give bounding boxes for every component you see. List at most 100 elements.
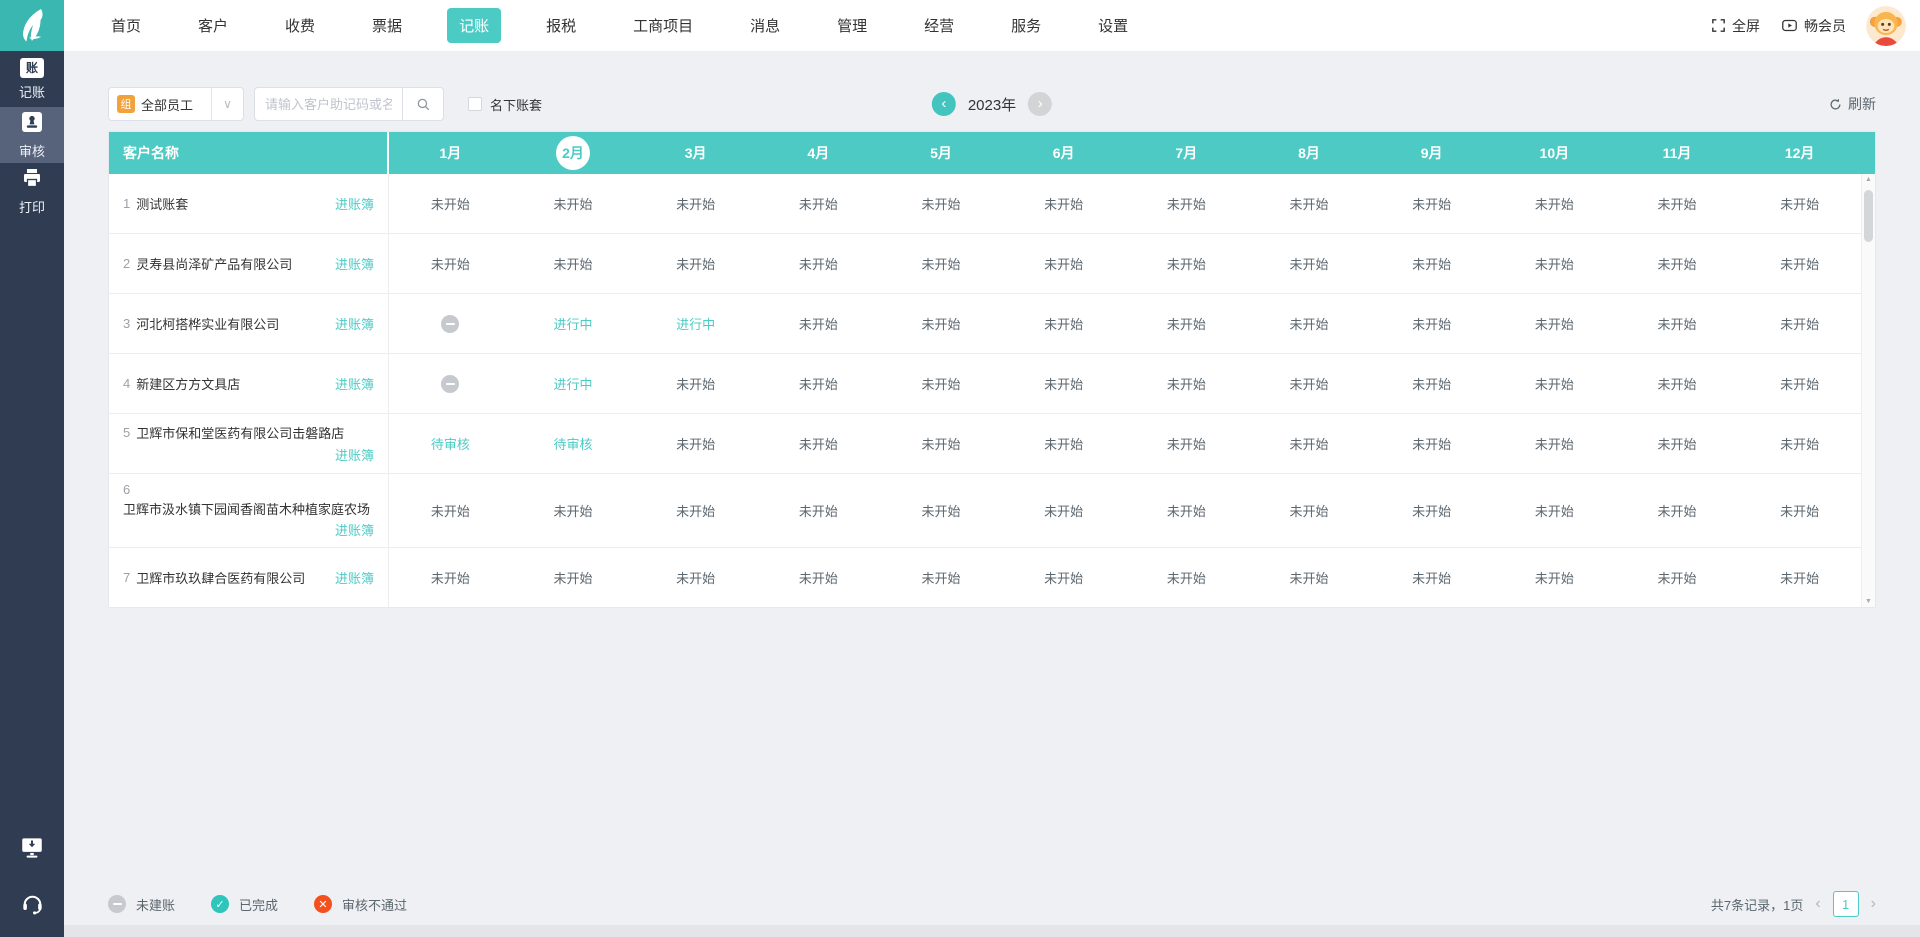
top-nav-item-服务[interactable]: 服务 — [999, 8, 1053, 43]
prev-year-button[interactable]: ‹ — [931, 92, 956, 116]
page-number-button[interactable]: 1 — [1832, 891, 1859, 917]
legend-label: 审核不通过 — [342, 897, 408, 913]
column-header-9月: 9月 — [1420, 145, 1443, 161]
month-status-cell: 未开始 — [1616, 374, 1739, 393]
top-nav-item-客户[interactable]: 客户 — [186, 8, 240, 43]
fullscreen-button[interactable]: 全屏 — [1710, 16, 1760, 36]
ledger-link[interactable]: 进账簿 — [335, 194, 374, 213]
ledger-link[interactable]: 进账簿 — [335, 568, 374, 587]
month-status-cell: 未开始 — [512, 568, 635, 587]
column-header-11月: 11月 — [1662, 145, 1692, 161]
prev-page-button[interactable]: ‹ — [1815, 896, 1820, 912]
month-status-cell: 未开始 — [1370, 314, 1493, 333]
next-year-button[interactable]: › — [1028, 92, 1053, 116]
legend-item-审核不通过: ✕ 审核不通过 — [314, 895, 407, 914]
ledger-link[interactable]: 进账簿 — [335, 254, 374, 273]
column-header-7月: 7月 — [1175, 145, 1198, 161]
refresh-button[interactable]: 刷新 — [1828, 94, 1876, 114]
column-header-customer: 客户名称 — [109, 132, 389, 174]
month-status-cell: 未开始 — [1248, 374, 1371, 393]
table-row: 6 卫辉市汲水镇下园闻香阁苗木种植家庭农场 进账簿 未开始 未开始 未开始 未开始 未开始 未开… — [109, 474, 1875, 548]
scroll-down-icon[interactable]: ▼ — [1865, 598, 1872, 605]
status-text: 未开始 — [1534, 571, 1574, 586]
status-text: 未开始 — [676, 257, 716, 272]
sidebar-item-打印[interactable]: 打印 — [0, 163, 64, 219]
legend-cross-icon: ✕ — [314, 895, 333, 913]
fullscreen-icon — [1712, 19, 1725, 32]
top-nav-item-工商项目[interactable]: 工商项目 — [621, 8, 705, 43]
app-logo[interactable] — [0, 0, 64, 51]
month-status-cell: 未开始 — [1616, 434, 1739, 453]
member-button[interactable]: 畅会员 — [1780, 16, 1846, 36]
chevron-down-icon: ∨ — [211, 88, 243, 120]
search-button[interactable] — [402, 87, 444, 121]
top-nav-item-首页[interactable]: 首页 — [99, 8, 153, 43]
search-input[interactable] — [254, 87, 402, 121]
month-status-cell: 未开始 — [757, 314, 880, 333]
status-text: 未开始 — [430, 197, 470, 212]
status-text: 未开始 — [1412, 377, 1452, 392]
dash-bar — [445, 382, 455, 385]
top-nav-item-经营[interactable]: 经营 — [912, 8, 966, 43]
ledger-link[interactable]: 进账簿 — [335, 445, 374, 464]
month-status-cell: 未开始 — [1248, 501, 1371, 520]
status-text: 未开始 — [1412, 257, 1452, 272]
client-download-icon[interactable] — [19, 834, 45, 865]
column-header-12月: 12月 — [1784, 145, 1815, 161]
month-status-cell: 未开始 — [880, 434, 1003, 453]
status-text: 未开始 — [1412, 437, 1452, 452]
status-text: 未开始 — [553, 504, 593, 519]
month-status-cell: 未开始 — [1248, 568, 1371, 587]
month-status-cell: 未开始 — [1125, 501, 1248, 520]
sidebar-item-记账[interactable]: 账记账 — [0, 51, 64, 107]
month-status-cell: 未开始 — [1493, 194, 1616, 213]
month-status-cell: 未开始 — [1738, 568, 1861, 587]
status-text: 未开始 — [1289, 317, 1329, 332]
top-nav-item-收费[interactable]: 收费 — [273, 8, 327, 43]
avatar[interactable] — [1866, 5, 1906, 46]
top-nav-item-报税[interactable]: 报税 — [534, 8, 588, 43]
status-text: 未开始 — [1780, 377, 1820, 392]
bottom-strip — [64, 925, 1920, 937]
month-status-cell: 进行中 — [512, 374, 635, 393]
ledger-link[interactable]: 进账簿 — [335, 374, 374, 393]
status-text: 未开始 — [1412, 317, 1452, 332]
customer-name: 卫辉市玖玖肆合医药有限公司 — [136, 571, 306, 586]
month-status-cell — [389, 314, 512, 333]
status-text: 未开始 — [553, 257, 593, 272]
scrollbar-thumb[interactable] — [1864, 190, 1873, 242]
top-nav-item-消息[interactable]: 消息 — [738, 8, 792, 43]
month-status-cell: 未开始 — [1125, 194, 1248, 213]
customer-cell: 1 测试账套 进账簿 — [109, 174, 389, 233]
vertical-scrollbar[interactable]: ▲ ▼ — [1861, 174, 1875, 607]
status-text: 未开始 — [1780, 437, 1820, 452]
top-nav-item-管理[interactable]: 管理 — [825, 8, 879, 43]
status-text: 未开始 — [921, 571, 961, 586]
status-text: 未开始 — [1657, 317, 1697, 332]
month-status-cell: 未开始 — [1002, 254, 1125, 273]
column-header-10月: 10月 — [1539, 145, 1570, 161]
month-status-cell: 进行中 — [512, 314, 635, 333]
employee-filter-select[interactable]: 组 全部员工 ∨ — [108, 87, 244, 121]
month-status-cell: 未开始 — [1738, 434, 1861, 453]
top-nav-item-记账[interactable]: 记账 — [447, 8, 502, 43]
column-header-5月: 5月 — [930, 145, 952, 161]
support-headset-icon[interactable] — [20, 891, 45, 921]
next-page-button[interactable]: › — [1871, 896, 1876, 912]
customer-name: 卫辉市汲水镇下园闻香阁苗木种植家庭农场 — [123, 502, 371, 517]
legend-label: 已完成 — [239, 897, 279, 913]
month-status-cell: 进行中 — [634, 314, 757, 333]
top-bar: 首页 客户 收费 票据 记账 报税 工商项目 消息 管理 经营 服务 设置 全屏 畅会员 — [0, 0, 1920, 51]
top-nav-item-票据[interactable]: 票据 — [360, 8, 414, 43]
top-nav-item-设置[interactable]: 设置 — [1086, 8, 1140, 43]
own-accounts-checkbox[interactable]: 名下账套 — [468, 95, 542, 114]
ledger-link[interactable]: 进账簿 — [335, 314, 374, 333]
status-text: 待审核 — [553, 437, 593, 452]
status-text: 未开始 — [676, 197, 716, 212]
status-text: 未开始 — [1044, 257, 1084, 272]
status-text: 未开始 — [798, 197, 838, 212]
fullscreen-label: 全屏 — [1732, 17, 1760, 34]
scroll-up-icon[interactable]: ▲ — [1865, 176, 1872, 183]
ledger-link[interactable]: 进账簿 — [335, 520, 374, 539]
sidebar-item-审核[interactable]: 审核 — [0, 107, 64, 163]
